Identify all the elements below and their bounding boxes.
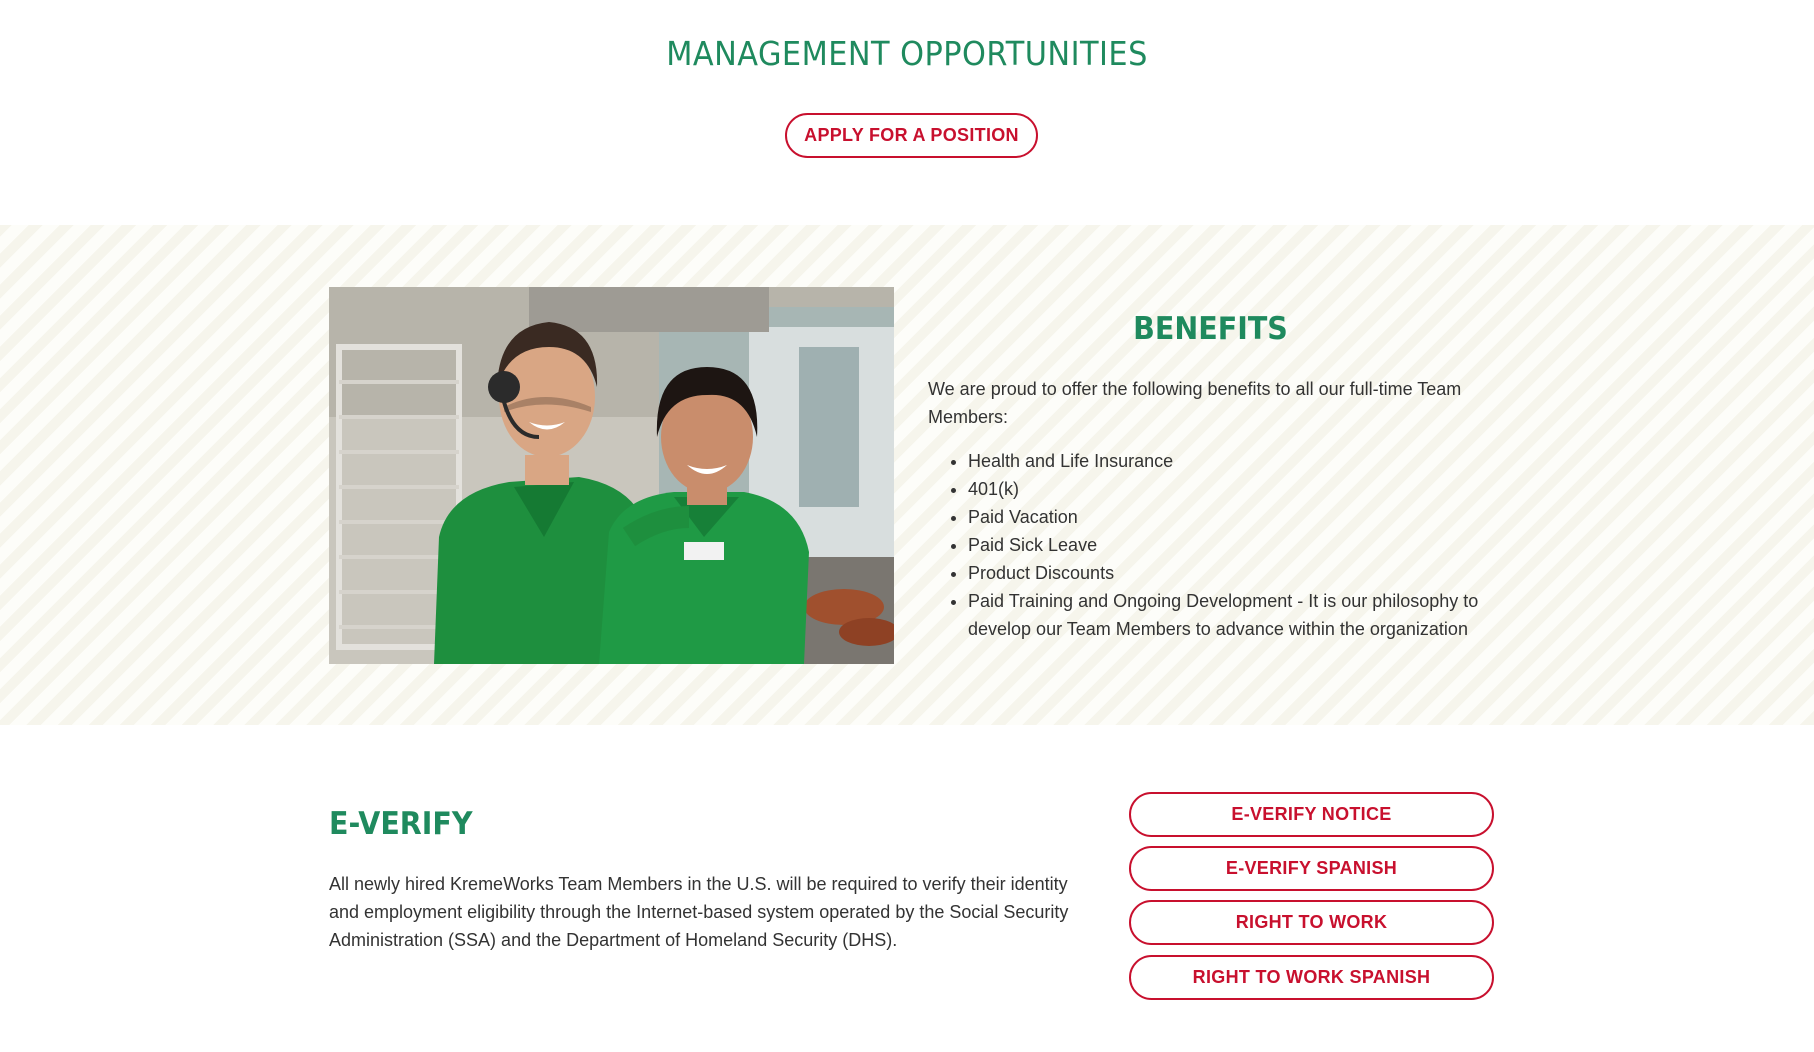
benefit-item: Paid Vacation <box>968 503 1498 531</box>
benefit-item: Paid Sick Leave <box>968 531 1498 559</box>
benefit-item: Product Discounts <box>968 559 1498 587</box>
benefits-title: BENEFITS <box>1133 311 1288 347</box>
benefit-item: Paid Training and Ongoing Development - … <box>968 587 1498 643</box>
team-members-photo <box>329 287 894 664</box>
benefits-section: BENEFITS We are proud to offer the follo… <box>0 225 1814 725</box>
benefit-item: Health and Life Insurance <box>968 447 1498 475</box>
everify-notice-button[interactable]: E-VERIFY NOTICE <box>1129 792 1494 837</box>
right-to-work-spanish-button[interactable]: RIGHT TO WORK SPANISH <box>1129 955 1494 1000</box>
apply-for-position-button[interactable]: APPLY FOR A POSITION <box>785 113 1038 158</box>
management-section: MANAGEMENT OPPORTUNITIES APPLY FOR A POS… <box>0 0 1814 225</box>
benefits-list: Health and Life Insurance 401(k) Paid Va… <box>928 447 1498 643</box>
benefits-intro: We are proud to offer the following bene… <box>928 379 1462 427</box>
right-to-work-button[interactable]: RIGHT TO WORK <box>1129 900 1494 945</box>
everify-spanish-button[interactable]: E-VERIFY SPANISH <box>1129 846 1494 891</box>
benefit-item: 401(k) <box>968 475 1498 503</box>
everify-title: E-VERIFY <box>329 806 473 842</box>
management-title: MANAGEMENT OPPORTUNITIES <box>666 34 1148 73</box>
everify-description: All newly hired KremeWorks Team Members … <box>329 874 1069 950</box>
